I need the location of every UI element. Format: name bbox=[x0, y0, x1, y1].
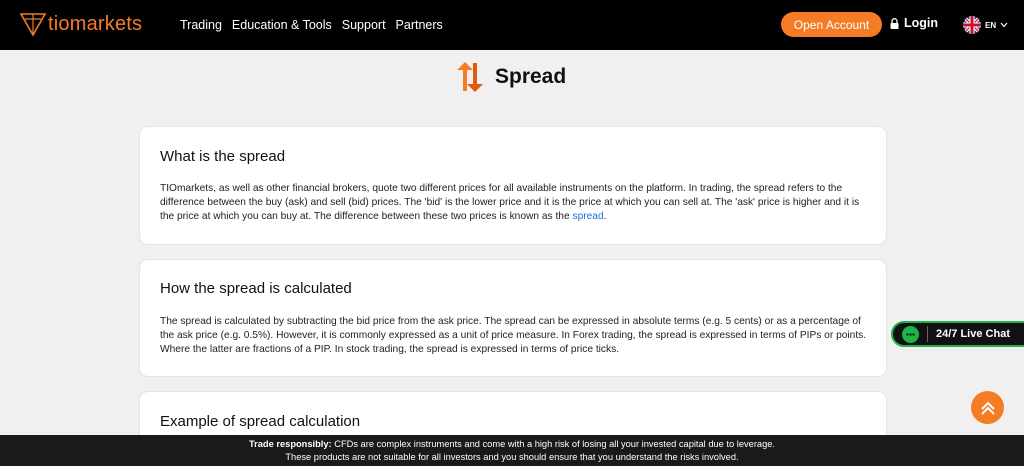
language-selector[interactable]: EN bbox=[963, 16, 1008, 34]
language-code: EN bbox=[985, 20, 997, 30]
lock-icon bbox=[890, 17, 899, 29]
card-heading: What is the spread bbox=[160, 148, 286, 165]
risk-line-1: Trade responsibly: CFDs are complex inst… bbox=[0, 438, 1024, 451]
nav-item-support[interactable]: Support bbox=[342, 18, 386, 32]
risk-line-2: These products are not suitable for all … bbox=[285, 452, 739, 462]
nav-item-education-tools[interactable]: Education & Tools bbox=[232, 18, 332, 32]
login-label: Login bbox=[904, 16, 939, 30]
open-account-button[interactable]: Open Account bbox=[781, 12, 882, 37]
login-link[interactable]: Login bbox=[890, 16, 938, 30]
tio-logo-icon bbox=[20, 13, 46, 37]
card-how-spread-calculated: How the spread is calculated The spread … bbox=[139, 259, 887, 377]
divider bbox=[927, 326, 928, 342]
page-title-group: Spread bbox=[455, 61, 566, 93]
uk-flag-icon bbox=[963, 16, 981, 34]
chevron-up-icon bbox=[980, 401, 995, 415]
card-what-is-spread: What is the spread TIOmarkets, as well a… bbox=[139, 126, 887, 245]
main-nav: Trading Education & Tools Support Partne… bbox=[180, 0, 453, 50]
risk-warning-banner: Trade responsibly: CFDs are complex inst… bbox=[0, 435, 1024, 466]
spread-link[interactable]: spread bbox=[572, 211, 603, 222]
card-body-text: TIOmarkets, as well as other financial b… bbox=[160, 183, 860, 222]
logo-text: tiomarkets bbox=[48, 12, 143, 35]
chat-bubble-icon bbox=[902, 325, 919, 343]
logo[interactable]: tiomarkets bbox=[20, 11, 142, 37]
page-title: Spread bbox=[495, 65, 567, 88]
card-body: TIOmarkets, as well as other financial b… bbox=[160, 182, 872, 224]
card-heading: How the spread is calculated bbox=[160, 280, 352, 297]
spread-arrows-icon bbox=[457, 62, 483, 92]
live-chat-button[interactable]: 24/7 Live Chat bbox=[891, 321, 1024, 347]
card-body-text-end: . bbox=[603, 211, 607, 222]
card-heading: Example of spread calculation bbox=[160, 413, 361, 430]
nav-item-trading[interactable]: Trading bbox=[180, 18, 222, 32]
live-chat-label: 24/7 Live Chat bbox=[936, 328, 1010, 340]
risk-line-1-text: CFDs are complex instruments and come wi… bbox=[331, 439, 776, 449]
nav-item-partners[interactable]: Partners bbox=[396, 18, 443, 32]
top-navigation-bar: tiomarkets Trading Education & Tools Sup… bbox=[0, 0, 1024, 50]
risk-lead: Trade responsibly: bbox=[248, 439, 332, 449]
scroll-to-top-button[interactable] bbox=[971, 391, 1004, 424]
chevron-down-icon bbox=[1000, 22, 1008, 28]
card-body: The spread is calculated by subtracting … bbox=[160, 316, 867, 355]
